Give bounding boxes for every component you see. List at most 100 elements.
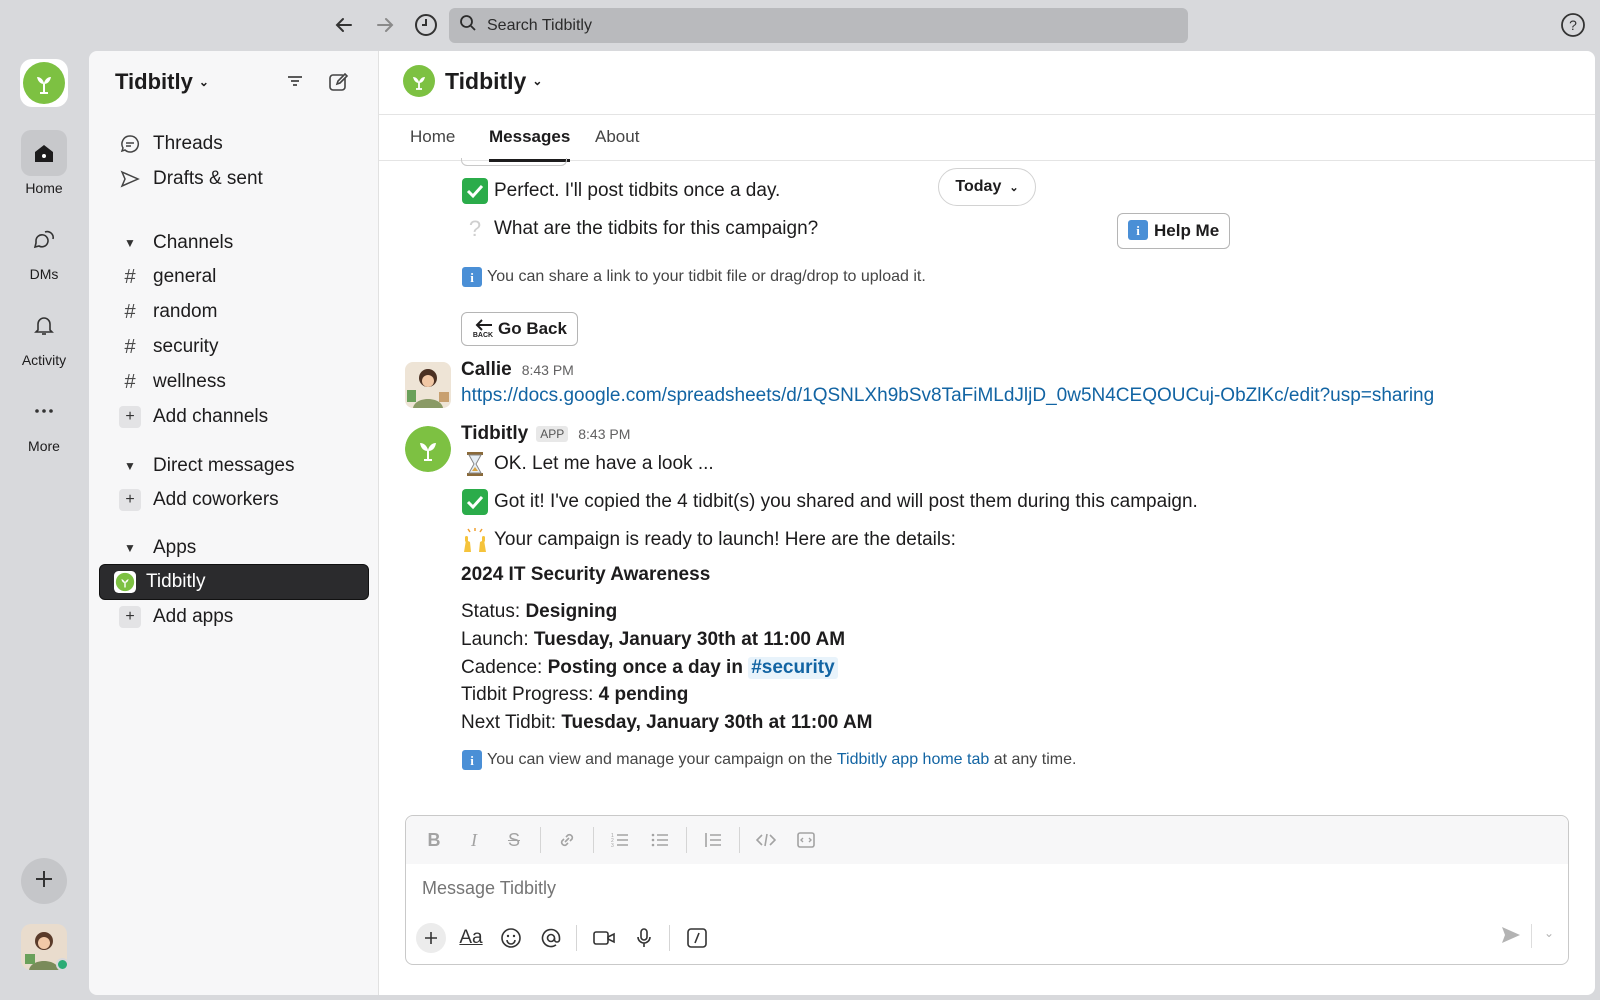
sidebar-item-random[interactable]: # random [119, 296, 369, 328]
svg-text:?: ? [1569, 17, 1577, 33]
send-icon[interactable] [1500, 924, 1522, 951]
filter-icon[interactable] [285, 71, 307, 93]
go-back-button[interactable]: BACK Go Back [461, 312, 578, 346]
bulleted-list-icon[interactable] [646, 826, 674, 854]
info-icon: i [1128, 220, 1150, 242]
toolbar-divider [576, 925, 577, 951]
rail-home[interactable]: Home [0, 130, 88, 196]
sidebar-item-security[interactable]: # security [119, 331, 369, 363]
add-workspace-button[interactable] [21, 858, 67, 904]
channel-mention-security[interactable]: #security [748, 657, 838, 679]
channels-section-header[interactable]: ▼ Channels [119, 232, 233, 254]
slash-command-icon[interactable] [682, 923, 712, 953]
check-mark-icon [461, 488, 489, 516]
sidebar-item-drafts[interactable]: Drafts & sent [119, 163, 369, 195]
ordered-list-icon[interactable]: 123 [606, 826, 634, 854]
composer-actions: Aa [416, 920, 722, 956]
info-icon: i [461, 749, 483, 771]
code-icon[interactable] [752, 826, 780, 854]
strikethrough-icon[interactable]: S [500, 826, 528, 854]
compose-icon[interactable] [328, 71, 350, 93]
sidebar-item-general[interactable]: # general [119, 261, 369, 293]
svg-text:i: i [470, 270, 474, 285]
mention-icon[interactable] [536, 923, 566, 953]
top-bar: Search Tidbitly ? [0, 0, 1600, 50]
message-text: Got it! I've copied the 4 tidbit(s) you … [494, 491, 1198, 512]
channel-title[interactable]: Tidbitly ⌄ [403, 65, 542, 97]
link-icon[interactable] [553, 826, 581, 854]
author-name[interactable]: Callie [461, 359, 512, 381]
date-divider-today[interactable]: Today ⌄ [938, 168, 1036, 206]
rail-label: DMs [29, 266, 59, 282]
attach-plus-icon[interactable] [416, 923, 446, 953]
rail-activity[interactable]: Activity [0, 302, 88, 368]
message-text: OK. Let me have a look ... [494, 453, 714, 474]
send-options-chevron-icon[interactable]: ⌄ [1544, 926, 1554, 940]
detail-value: Posting once a day in [547, 657, 743, 678]
tab-about[interactable]: About [595, 127, 639, 159]
blockquote-icon[interactable] [699, 826, 727, 854]
section-label: Channels [153, 232, 234, 253]
search-bar[interactable]: Search Tidbitly [449, 8, 1188, 43]
svg-text:BACK: BACK [473, 332, 493, 338]
help-me-button[interactable]: i Help Me [1117, 213, 1231, 249]
dm-section-header[interactable]: ▼ Direct messages [119, 455, 294, 477]
detail-next: Next Tidbit: Tuesday, January 30th at 11… [461, 712, 873, 734]
plus-icon: + [119, 489, 141, 511]
timestamp[interactable]: 8:43 PM [578, 426, 630, 442]
tidbitly-avatar[interactable] [405, 426, 451, 472]
sidebar-item-tidbitly-app[interactable]: Tidbitly [99, 564, 369, 600]
tab-home[interactable]: Home [410, 127, 455, 159]
add-coworkers-label: Add coworkers [153, 489, 279, 510]
text-format-icon[interactable]: Aa [456, 923, 486, 953]
code-block-icon[interactable] [792, 826, 820, 854]
hourglass-icon [461, 450, 489, 478]
message-input[interactable] [422, 878, 1522, 899]
question-mark-icon: ? [468, 216, 482, 241]
italic-icon[interactable]: I [460, 826, 488, 854]
channel-name: security [153, 336, 219, 357]
workspace-logo[interactable] [20, 59, 68, 107]
sidebar-item-label: Threads [153, 133, 223, 154]
history-clock-icon[interactable] [413, 12, 439, 38]
app-home-tab-link[interactable]: Tidbitly app home tab [837, 751, 989, 769]
rail-label: Home [25, 180, 63, 196]
author-name[interactable]: Tidbitly [461, 423, 528, 445]
message-header: Tidbitly APP 8:43 PM [461, 423, 630, 445]
help-icon[interactable]: ? [1560, 12, 1586, 38]
svg-text:i: i [470, 753, 474, 768]
rail-dms[interactable]: DMs [0, 216, 88, 282]
tab-messages[interactable]: Messages [489, 127, 571, 162]
add-coworkers-button[interactable]: + Add coworkers [119, 484, 369, 516]
formatting-toolbar: B I S 123 [406, 816, 1568, 864]
plus-icon: + [119, 406, 141, 428]
message-composer: B I S 123 Message Tidbitly Aa ⌄ [405, 815, 1569, 965]
add-channels-button[interactable]: + Add channels [119, 401, 369, 433]
microphone-icon[interactable] [629, 923, 659, 953]
video-icon[interactable] [589, 923, 619, 953]
app-name: Tidbitly [146, 571, 206, 592]
detail-status: Status: Designing [461, 601, 617, 623]
chevron-down-icon: ⌄ [1009, 181, 1019, 194]
workspace-name[interactable]: Tidbitly ⌄ [115, 69, 209, 95]
plus-icon: + [119, 606, 141, 628]
timestamp[interactable]: 8:43 PM [522, 362, 574, 378]
rail-label: Activity [21, 352, 67, 368]
emoji-icon[interactable] [496, 923, 526, 953]
sidebar-item-threads[interactable]: Threads [119, 128, 369, 160]
apps-section-header[interactable]: ▼ Apps [119, 537, 196, 559]
back-arrow-icon[interactable] [331, 12, 357, 38]
callie-avatar[interactable] [405, 362, 451, 408]
info-text: at any time. [993, 751, 1077, 768]
info-icon: i [461, 266, 483, 288]
message-line: Got it! I've copied the 4 tidbit(s) you … [461, 488, 1198, 516]
forward-arrow-icon[interactable] [372, 12, 398, 38]
detail-value: Designing [525, 601, 618, 622]
sidebar-item-wellness[interactable]: # wellness [119, 366, 369, 398]
rail-more[interactable]: More [0, 388, 88, 454]
toolbar-divider [686, 827, 687, 853]
add-apps-button[interactable]: + Add apps [119, 601, 369, 633]
detail-label: Next Tidbit: [461, 712, 557, 733]
bold-icon[interactable]: B [420, 826, 448, 854]
shared-link[interactable]: https://docs.google.com/spreadsheets/d/1… [461, 385, 1434, 407]
